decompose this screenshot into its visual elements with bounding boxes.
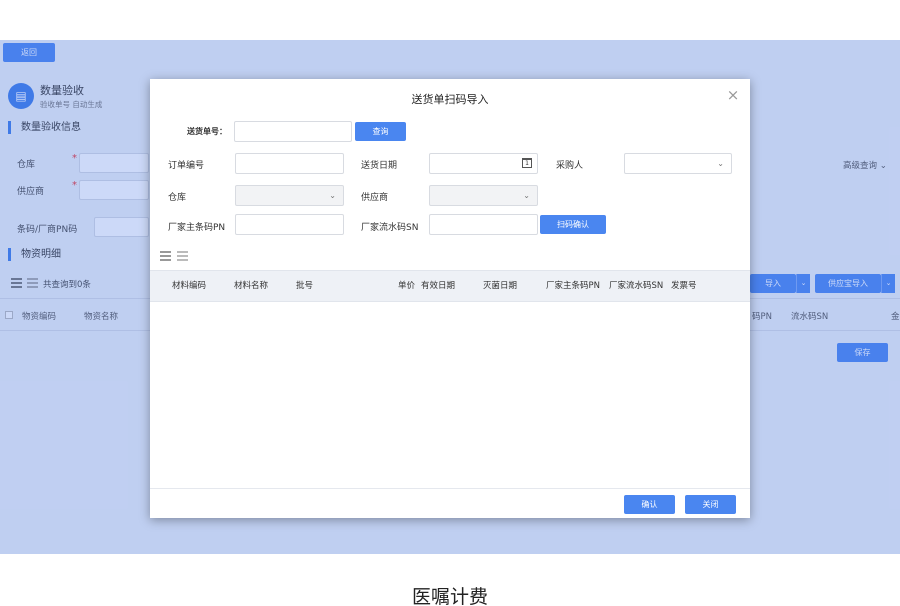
calendar-icon[interactable]: 1 [522, 158, 532, 168]
column-header: 灭菌日期 [483, 281, 518, 291]
confirm-button[interactable]: 确认 [624, 495, 675, 514]
footer-divider [150, 488, 750, 489]
delivery-date-label: 送货日期 [361, 161, 398, 171]
column-header: 厂家流水码SN [609, 281, 664, 291]
scan-confirm-button[interactable]: 扫码确认 [540, 215, 606, 234]
supplier-select[interactable]: ⌄ [429, 185, 538, 206]
column-header: 有效日期 [421, 281, 456, 291]
column-header: 批号 [296, 281, 314, 291]
pn-input[interactable] [235, 214, 344, 235]
column-header: 材料名称 [234, 281, 269, 291]
screen: 返回 ▤ 数量验收 验收单号 自动生成 数量验收信息 仓库 * 供应商 * 条码… [0, 0, 900, 606]
column-header: 单价 [398, 281, 416, 291]
delivery-date-picker[interactable]: 1 [429, 153, 538, 174]
chevron-down-icon: ⌄ [523, 191, 530, 200]
close-icon[interactable]: × [725, 87, 741, 103]
delivery-no-label: 送货单号： [187, 127, 227, 136]
chevron-down-icon: ⌄ [329, 191, 336, 200]
caption: 医嘱计费 [411, 586, 488, 606]
sn-label: 厂家流水码SN [361, 223, 419, 233]
table-header: 材料编码 材料名称 批号 单价 有效日期 灭菌日期 厂家主条码PN 厂家流水码S… [150, 270, 750, 302]
query-button[interactable]: 查询 [355, 122, 406, 141]
dialog-title: 送货单扫码导入 [411, 93, 489, 106]
chevron-down-icon: ⌄ [717, 159, 724, 168]
list-view-icon[interactable] [160, 251, 171, 261]
column-header: 材料编码 [172, 281, 207, 291]
purchaser-label: 采购人 [556, 161, 584, 171]
delivery-no-input[interactable] [234, 121, 352, 142]
order-no-input[interactable] [235, 153, 344, 174]
close-button[interactable]: 关闭 [685, 495, 736, 514]
column-header: 发票号 [671, 281, 697, 291]
warehouse-label: 仓库 [168, 193, 187, 203]
grid-view-icon[interactable] [177, 251, 188, 261]
supplier-label: 供应商 [361, 193, 389, 203]
pn-label: 厂家主条码PN [168, 223, 226, 233]
scan-import-dialog: 送货单扫码导入 × 送货单号： 查询 订单编号 送货日期 1 采购人 ⌄ 仓库 … [150, 79, 750, 518]
warehouse-select[interactable]: ⌄ [235, 185, 344, 206]
order-no-label: 订单编号 [168, 161, 205, 171]
purchaser-select[interactable]: ⌄ [624, 153, 732, 174]
sn-input[interactable] [429, 214, 538, 235]
column-header: 厂家主条码PN [546, 281, 600, 291]
